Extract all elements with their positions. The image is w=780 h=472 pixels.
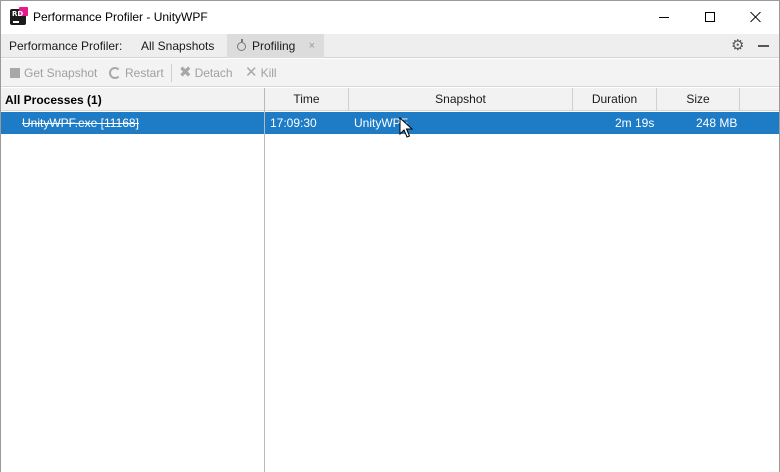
restart-icon [109, 66, 121, 79]
column-header-time[interactable]: Time [265, 88, 349, 111]
detach-icon: ✖ [179, 64, 192, 82]
tab-close-icon[interactable]: × [309, 34, 315, 58]
toolbar: Get Snapshot Restart ✖ Detach ✕ Kill [1, 59, 779, 87]
kill-icon: ✕ [245, 64, 258, 82]
process-label: UnityWPF.exe [11168] [22, 116, 139, 130]
table-row[interactable]: 17:09:30 UnityWPF 2m 19s 248 MB [265, 112, 779, 134]
column-header-size[interactable]: Size [657, 88, 740, 111]
snapshot-table: Time Snapshot Duration Size 17:09:30 Uni… [265, 88, 779, 472]
title-bar[interactable]: RD Performance Profiler - UnityWPF [1, 1, 779, 33]
tab-bar: Performance Profiler: All Snapshots Prof… [1, 34, 779, 58]
table-header: Time Snapshot Duration Size [265, 88, 779, 111]
tab-label: Profiling [252, 39, 296, 53]
profiler-window: RD Performance Profiler - UnityWPF Perfo… [0, 0, 780, 472]
mouse-cursor-icon [399, 117, 413, 138]
close-icon [750, 11, 762, 23]
minimize-button[interactable] [641, 1, 687, 33]
kill-label: Kill [260, 66, 277, 80]
toolbar-separator [171, 64, 172, 82]
restart-label: Restart [125, 66, 164, 80]
cell-time: 17:09:30 [270, 116, 317, 130]
process-list-title: All Processes (1) [5, 93, 102, 107]
column-header-duration[interactable]: Duration [573, 88, 657, 111]
process-item[interactable]: UnityWPF.exe [11168] [1, 112, 264, 134]
rider-icon: RD [10, 7, 28, 25]
stopwatch-icon [237, 39, 246, 51]
stop-square-icon [10, 67, 20, 78]
close-button[interactable] [733, 1, 779, 33]
cell-duration: 2m 19s [615, 116, 655, 130]
cell-size: 248 MB [696, 116, 738, 130]
tab-label: All Snapshots [141, 39, 215, 53]
process-list-header: All Processes (1) [1, 88, 264, 111]
restart-button[interactable]: Restart [109, 59, 164, 87]
tab-all-snapshots[interactable]: All Snapshots [133, 34, 222, 58]
get-snapshot-label: Get Snapshot [24, 66, 98, 80]
detach-button[interactable]: ✖ Detach [179, 59, 233, 87]
hide-panel-icon[interactable] [758, 45, 769, 47]
maximize-icon [705, 12, 715, 22]
detach-label: Detach [194, 66, 233, 80]
window-title: Performance Profiler - UnityWPF [33, 10, 208, 24]
kill-button[interactable]: ✕ Kill [245, 59, 277, 87]
tab-prefix-label: Performance Profiler: [9, 39, 123, 53]
tab-profiling[interactable]: Profiling × [227, 34, 324, 58]
minimize-icon [659, 16, 669, 18]
gear-icon[interactable]: ⚙ [731, 38, 744, 53]
get-snapshot-button[interactable]: Get Snapshot [10, 59, 97, 87]
maximize-button[interactable] [687, 1, 733, 33]
process-list-panel: All Processes (1) UnityWPF.exe [11168] [1, 88, 264, 472]
column-header-snapshot[interactable]: Snapshot [349, 88, 573, 111]
